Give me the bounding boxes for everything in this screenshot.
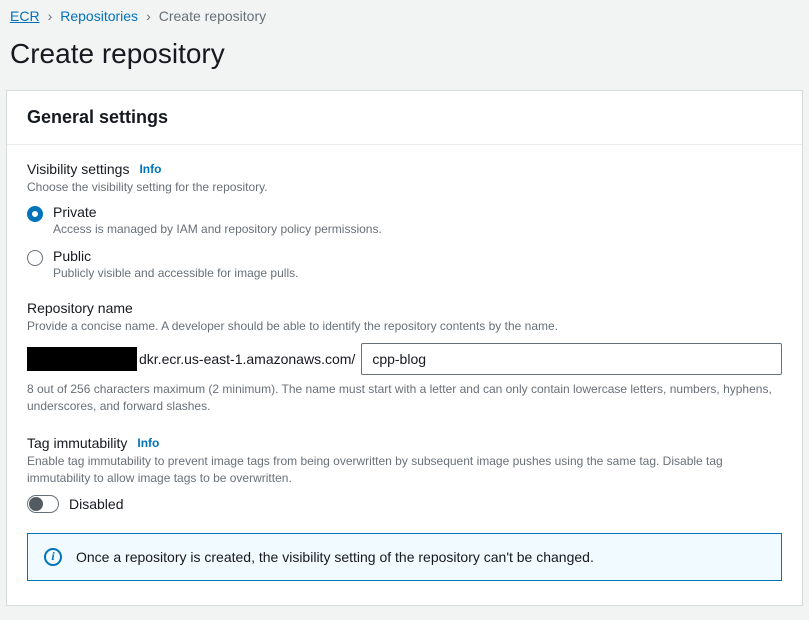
repo-name-input[interactable] [361, 343, 782, 375]
tag-immutability-label: Tag immutability [27, 435, 127, 451]
visibility-warning-alert: i Once a repository is created, the visi… [27, 533, 782, 581]
tag-immutability-desc: Enable tag immutability to prevent image… [27, 453, 782, 487]
visibility-info-link[interactable]: Info [139, 162, 161, 176]
repo-name-label: Repository name [27, 300, 133, 316]
repo-name-hint: 8 out of 256 characters maximum (2 minim… [27, 381, 782, 416]
account-id-redacted [27, 347, 137, 371]
breadcrumb-ecr[interactable]: ECR [10, 8, 40, 24]
repo-name-desc: Provide a concise name. A developer shou… [27, 318, 782, 335]
tag-immutability-info-link[interactable]: Info [137, 436, 159, 450]
registry-uri-suffix: dkr.ecr.us-east-1.amazonaws.com/ [137, 351, 361, 367]
info-icon: i [44, 548, 62, 566]
visibility-desc: Choose the visibility setting for the re… [27, 179, 782, 196]
repo-name-field: Repository name Provide a concise name. … [27, 300, 782, 416]
alert-text: Once a repository is created, the visibi… [76, 549, 594, 565]
general-settings-panel: General settings Visibility settings Inf… [6, 90, 803, 606]
breadcrumb: ECR › Repositories › Create repository [0, 0, 809, 28]
radio-public[interactable] [27, 250, 43, 266]
tag-immutability-state: Disabled [69, 496, 123, 512]
panel-header: General settings [7, 91, 802, 145]
radio-public-label: Public [53, 248, 298, 264]
chevron-right-icon: › [146, 8, 151, 24]
breadcrumb-current: Create repository [159, 8, 266, 24]
radio-public-desc: Publicly visible and accessible for imag… [53, 266, 298, 280]
visibility-label: Visibility settings [27, 161, 129, 177]
tag-immutability-field: Tag immutability Info Enable tag immutab… [27, 435, 782, 513]
breadcrumb-repositories[interactable]: Repositories [60, 8, 138, 24]
chevron-right-icon: › [48, 8, 53, 24]
visibility-field: Visibility settings Info Choose the visi… [27, 161, 782, 280]
toggle-knob [29, 497, 43, 511]
page-title: Create repository [0, 28, 809, 90]
radio-private-label: Private [53, 204, 382, 220]
radio-private-desc: Access is managed by IAM and repository … [53, 222, 382, 236]
radio-private[interactable] [27, 206, 43, 222]
tag-immutability-toggle[interactable] [27, 495, 59, 513]
